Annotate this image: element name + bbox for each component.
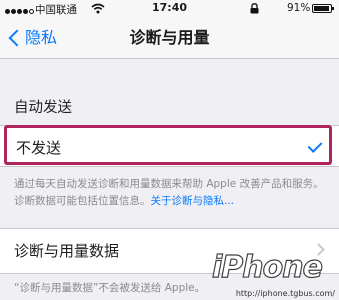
watermark-url: http://iphone.tgbus.com/ [235, 289, 335, 298]
diagnostics-data-label: 诊断与用量数据 [14, 242, 120, 260]
battery-icon [312, 4, 334, 13]
battery-percent: 91% [287, 2, 311, 14]
lock-icon [250, 3, 259, 14]
navigation-bar: 隐私 诊断与用量 [0, 18, 339, 59]
page-title: 诊断与用量 [129, 28, 210, 47]
footer-description: 通过每天自动发送诊断和用量数据来帮助 Apple 改善产品和服务。诊断数据可能包… [14, 176, 324, 210]
watermark-logo: iPhone [211, 249, 323, 285]
about-diagnostics-link[interactable]: 关于诊断与隐私... [151, 195, 235, 207]
status-bar: 中国联通 17:40 91% [0, 0, 339, 18]
option-dont-send[interactable]: 不发送 [4, 125, 332, 165]
watermark: iPhone http://iphone.tgbus.com/ [211, 249, 339, 300]
section-header-auto-send: 自动发送 [14, 100, 72, 116]
option-label: 不发送 [16, 139, 62, 157]
bottom-note: “诊断与用量数据”不会被发送给 Apple。 [14, 282, 206, 294]
checkmark-icon [307, 138, 323, 153]
